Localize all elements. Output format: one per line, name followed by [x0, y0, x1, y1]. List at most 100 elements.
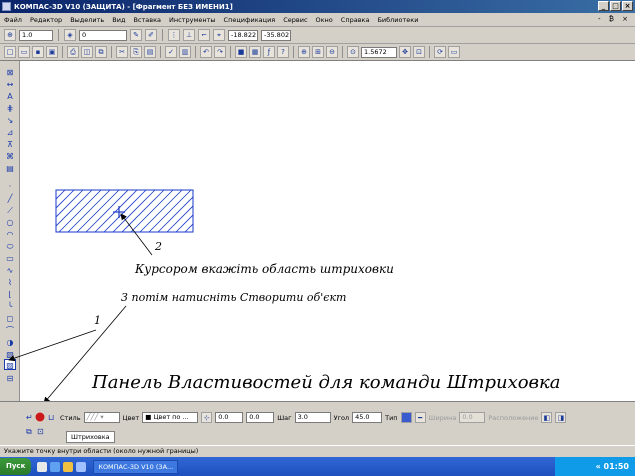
rectangle-icon[interactable]: ▭ — [4, 253, 16, 264]
save-icon[interactable]: ▪ — [32, 46, 44, 58]
line-type-icon[interactable]: ━ — [414, 412, 426, 423]
new-icon[interactable]: □ — [4, 46, 16, 58]
zoom-in-icon[interactable]: ⊕ — [298, 46, 310, 58]
fillet-icon[interactable]: ╰ — [4, 301, 16, 312]
menu-file[interactable]: Файл — [4, 16, 22, 24]
origin-y-field[interactable]: 0.0 — [246, 412, 275, 423]
document-window-controls[interactable]: - ₿ × — [598, 15, 631, 23]
taskbar-app-kompas[interactable]: КОМПАС-3D V10 (ЗА... — [93, 459, 179, 474]
refresh-icon[interactable]: ⟳ — [434, 46, 446, 58]
origin-point-icon[interactable]: ⊹ — [201, 412, 213, 423]
spec-panel-icon[interactable]: ⌘ — [4, 151, 16, 162]
manager-icon[interactable]: ■ — [235, 46, 247, 58]
hatch-type-icon[interactable] — [400, 412, 412, 423]
menu-editor[interactable]: Редактор — [30, 16, 62, 24]
point-icon[interactable]: · — [4, 181, 16, 192]
export-icon[interactable]: ⧉ — [95, 46, 107, 58]
ortho-icon[interactable]: ⌐ — [198, 29, 210, 41]
menu-select[interactable]: Выделить — [70, 16, 104, 24]
edit-panel-icon[interactable]: ⋕ — [4, 103, 16, 114]
contour-icon[interactable]: ◻ — [4, 313, 16, 324]
local-cs-icon[interactable]: ⊥ — [183, 29, 195, 41]
menu-insert[interactable]: Вставка — [133, 16, 161, 24]
zoom-out-icon[interactable]: ⊖ — [326, 46, 338, 58]
open-icon[interactable]: ▭ — [18, 46, 30, 58]
minimize-button[interactable]: _ — [598, 1, 609, 11]
coord-x-field[interactable]: -18.822 — [228, 29, 258, 41]
scale-icon[interactable]: ⊕ — [4, 29, 16, 41]
coord-y-field[interactable]: -35.802 — [261, 29, 291, 41]
polyline-icon[interactable]: ⌇ — [4, 277, 16, 288]
collection-icon[interactable]: ⊟ — [4, 373, 16, 384]
origin-x-field[interactable]: 0.0 — [215, 412, 244, 423]
explorer-icon[interactable] — [63, 461, 74, 472]
paste-icon[interactable]: ▤ — [144, 46, 156, 58]
show-all-icon[interactable]: ⊡ — [413, 46, 425, 58]
snap-icon[interactable]: ⌖ — [213, 29, 225, 41]
language-indicator[interactable]: « — [596, 462, 601, 471]
style-select[interactable]: ╱╱╱ ▾ — [83, 412, 120, 423]
angle-field[interactable]: 45.0 — [352, 412, 383, 423]
menu-service[interactable]: Сервис — [283, 16, 307, 24]
menu-window[interactable]: Окно — [316, 16, 333, 24]
step-field[interactable]: 3.0 — [294, 412, 331, 423]
layer-field[interactable]: 0 — [79, 29, 127, 41]
preview-icon[interactable]: ◫ — [81, 46, 93, 58]
nurbs-icon[interactable]: ◑ — [4, 337, 16, 348]
zoom-field[interactable]: 1.5672 — [361, 46, 397, 58]
width-label: Ширина — [428, 413, 457, 422]
function-icon[interactable]: ƒ — [263, 46, 275, 58]
menu-help[interactable]: Справка — [341, 16, 370, 24]
segment-icon[interactable]: ⟋ — [4, 205, 16, 216]
equidistant-icon[interactable]: ⌒ — [4, 325, 16, 336]
library-icon[interactable]: ▥ — [179, 46, 191, 58]
hatch-tool-icon[interactable]: ▨ — [4, 359, 16, 370]
menu-tools[interactable]: Инструменты — [169, 16, 216, 24]
dimensions-panel-icon[interactable]: ↔ — [4, 79, 16, 90]
symbols-panel-icon[interactable]: A — [4, 91, 16, 102]
print-icon[interactable]: ⎙ — [67, 46, 79, 58]
curve-icon[interactable]: ∿ — [4, 265, 16, 276]
pan-icon[interactable]: ✥ — [399, 46, 411, 58]
start-button[interactable]: Пуск — [0, 458, 32, 475]
chamfer-icon[interactable]: ⌊ — [4, 289, 16, 300]
desktop-icon[interactable] — [37, 461, 48, 472]
variables-icon[interactable]: ▦ — [249, 46, 261, 58]
params-panel-icon[interactable]: ↘ — [4, 115, 16, 126]
zoom-scale-icon[interactable]: ⊙ — [347, 46, 359, 58]
circle-icon[interactable]: ○ — [4, 217, 16, 228]
reports-panel-icon[interactable]: ▤ — [4, 163, 16, 174]
menu-libraries[interactable]: Библиотеки — [377, 16, 418, 24]
arc-icon[interactable]: ◠ — [4, 229, 16, 240]
media-icon[interactable] — [76, 461, 87, 472]
layer-icon[interactable]: ◈ — [64, 29, 76, 41]
style-icon[interactable]: ✐ — [145, 29, 157, 41]
format-painter-icon[interactable]: ✓ — [165, 46, 177, 58]
close-button[interactable]: × — [622, 1, 633, 11]
maximize-button[interactable]: □ — [610, 1, 621, 11]
browser-icon[interactable] — [50, 461, 61, 472]
menu-specification[interactable]: Спецификация — [224, 16, 276, 24]
scale-field[interactable]: 1.0 — [19, 29, 53, 41]
tab-hatch[interactable]: Штриховка — [66, 431, 115, 443]
geometry-panel-icon[interactable]: ⊠ — [4, 67, 16, 78]
ellipse-icon[interactable]: ⬭ — [4, 241, 16, 252]
help-icon[interactable]: ? — [277, 46, 289, 58]
save-all-icon[interactable]: ▣ — [46, 46, 58, 58]
menu-view[interactable]: Вид — [112, 16, 125, 24]
cut-icon[interactable]: ✂ — [116, 46, 128, 58]
drawing-area[interactable] — [21, 61, 635, 401]
placement-option2-icon[interactable]: ◨ — [555, 412, 567, 423]
select-panel-icon[interactable]: ⊼ — [4, 139, 16, 150]
grid-icon[interactable]: ⋮ — [168, 29, 180, 41]
display-icon[interactable]: ▭ — [448, 46, 460, 58]
measure-panel-icon[interactable]: ⊿ — [4, 127, 16, 138]
redo-icon[interactable]: ↷ — [214, 46, 226, 58]
properties-icon[interactable]: ✎ — [130, 29, 142, 41]
undo-icon[interactable]: ↶ — [200, 46, 212, 58]
copy-icon[interactable]: ⎘ — [130, 46, 142, 58]
placement-option-icon[interactable]: ◧ — [541, 412, 553, 423]
color-select[interactable]: ■ Цвет по ... — [142, 412, 199, 423]
auxiliary-line-icon[interactable]: ╱ — [4, 193, 16, 204]
zoom-window-icon[interactable]: ⊞ — [312, 46, 324, 58]
